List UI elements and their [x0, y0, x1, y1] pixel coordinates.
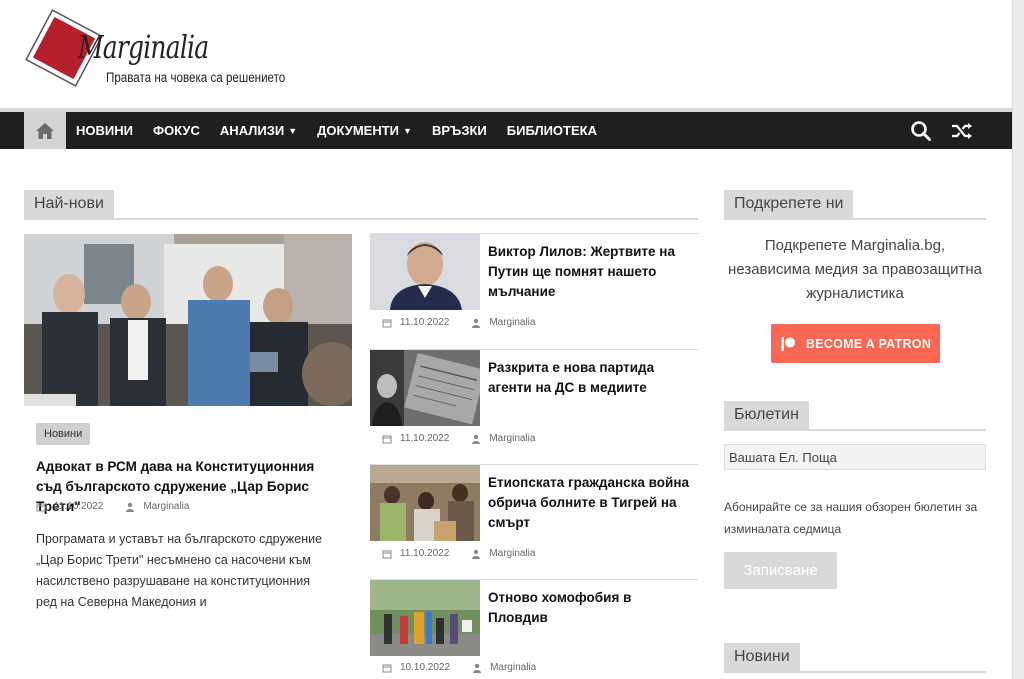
site-header: Marginalia Правата на човека са решениет… [0, 0, 1012, 108]
featured-article-image[interactable] [24, 234, 352, 406]
article-title[interactable]: Етиопската гражданска война обрича болни… [488, 473, 694, 533]
news-widget-heading: Новини [724, 643, 986, 673]
home-button[interactable] [24, 112, 66, 149]
article-meta: 10.10.2022 Marginalia [382, 662, 536, 673]
calendar-icon [382, 550, 392, 558]
article-author[interactable]: Marginalia [489, 317, 535, 328]
shuffle-icon[interactable] [950, 120, 974, 142]
article-date[interactable]: 11.10.2022 [400, 548, 449, 559]
support-widget-heading: Подкрепете ни [724, 190, 986, 220]
user-icon [126, 502, 135, 512]
category-badge[interactable]: Новини [36, 423, 91, 445]
nav-item-focus[interactable]: ФОКУС [143, 112, 210, 149]
nav-item-label: ВРЪЗКИ [431, 123, 487, 138]
subscribe-button[interactable]: Записване [724, 552, 837, 589]
article-author[interactable]: Marginalia [490, 662, 536, 673]
article-thumbnail[interactable] [370, 350, 480, 426]
article-thumbnail[interactable] [370, 580, 480, 656]
article-thumbnail[interactable] [370, 465, 480, 541]
calendar-icon [382, 319, 392, 327]
nav-item-documents[interactable]: ДОКУМЕНТИ ▼ [307, 112, 422, 149]
nav-item-label: АНАЛИЗИ [219, 123, 285, 138]
thumbnail-photo [370, 350, 480, 426]
page-scrollbar[interactable] [1012, 0, 1024, 679]
thumbnail-photo [370, 465, 480, 541]
newsletter-description: Абонирайте се за нашия обзорен бюлетин з… [724, 500, 978, 536]
article-title[interactable]: Разкрита е нова партида агенти на ДС в м… [488, 358, 694, 398]
newsletter-widget-heading: Бюлетин [724, 401, 986, 431]
widget-title: Подкрепете ни [724, 190, 854, 218]
patreon-icon [780, 336, 795, 351]
calendar-icon [382, 435, 392, 443]
nav-item-label: ФОКУС [152, 123, 200, 138]
nav-item-label: БИБЛИОТЕКА [506, 123, 597, 138]
article-author[interactable]: Marginalia [489, 433, 535, 444]
list-item: Отново хомофобия в Пловдив 10.10.2022 Ma… [370, 580, 698, 679]
nav-item-links[interactable]: ВРЪЗКИ [422, 112, 497, 149]
nav-item-label: ДОКУМЕНТИ [317, 123, 400, 138]
site-tagline: Правата на човека са решението [106, 70, 286, 85]
widget-title: Бюлетин [724, 401, 809, 429]
chevron-down-icon: ▼ [288, 125, 298, 136]
main-navigation: НОВИНИ ФОКУС АНАЛИЗИ ▼ ДОКУМЕНТИ ▼ ВРЪЗКИ … [0, 112, 1012, 149]
user-icon [473, 663, 482, 673]
nav-item-news[interactable]: НОВИНИ [66, 112, 143, 149]
article-date[interactable]: 11.10.2022 [400, 433, 449, 444]
article-date[interactable]: 11.10.2022 [54, 501, 103, 512]
user-icon [472, 549, 481, 559]
list-item: Етиопската гражданска война обрича болни… [370, 465, 698, 577]
nav-item-library[interactable]: БИБЛИОТЕКА [497, 112, 607, 149]
home-icon [36, 122, 54, 139]
list-item: Виктор Лилов: Жертвите на Путин ще помня… [370, 234, 698, 346]
article-meta: 11.10.2022 Marginalia [382, 548, 535, 559]
article-meta: 11.10.2022 Marginalia [382, 317, 535, 328]
user-icon [472, 318, 481, 328]
search-icon[interactable] [910, 120, 932, 142]
calendar-icon [36, 503, 46, 511]
article-date[interactable]: 10.10.2022 [400, 662, 450, 673]
article-date[interactable]: 11.10.2022 [400, 317, 449, 328]
become-patron-button[interactable]: BECOME A PATRON [771, 324, 940, 363]
article-author[interactable]: Marginalia [489, 548, 535, 559]
widget-title: Новини [724, 643, 800, 671]
section-title: Най-нови [24, 190, 114, 218]
featured-article-meta: 11.10.2022 Marginalia [36, 501, 189, 512]
thumbnail-photo [370, 580, 480, 656]
calendar-icon [382, 664, 392, 672]
featured-article-excerpt: Програмата и уставът на българското сдру… [36, 532, 323, 609]
user-icon [472, 434, 481, 444]
featured-photo [24, 234, 352, 406]
article-title[interactable]: Отново хомофобия в Пловдив [488, 588, 694, 628]
nav-item-analyses[interactable]: АНАЛИЗИ ▼ [210, 112, 307, 149]
support-text: Подкрепете Marginalia.bg, независима мед… [728, 237, 982, 302]
article-thumbnail[interactable] [370, 234, 480, 310]
article-author[interactable]: Marginalia [143, 501, 189, 512]
nav-item-label: НОВИНИ [76, 123, 133, 138]
logo-name: Marginalia [78, 28, 209, 66]
article-meta: 11.10.2022 Marginalia [382, 433, 535, 444]
patron-button-label: BECOME A PATRON [805, 336, 932, 351]
latest-section-heading: Най-нови [24, 190, 698, 220]
list-item: Разкрита е нова партида агенти на ДС в м… [370, 350, 698, 462]
chevron-down-icon: ▼ [403, 125, 412, 136]
article-title[interactable]: Виктор Лилов: Жертвите на Путин ще помня… [488, 242, 694, 302]
site-logo[interactable]: Marginalia Правата на човека са решениет… [22, 6, 286, 96]
thumbnail-photo [370, 234, 480, 310]
email-field[interactable] [724, 444, 986, 470]
